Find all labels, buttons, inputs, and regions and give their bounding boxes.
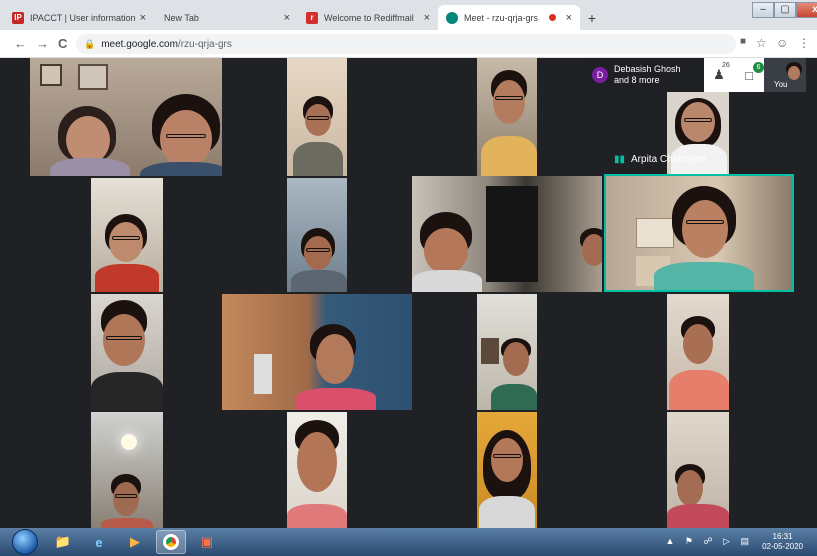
- wall-poster: [636, 218, 674, 248]
- close-icon[interactable]: ×: [424, 12, 430, 24]
- tab-title: Meet - rzu-qrja-grs: [464, 12, 539, 23]
- url-host: meet.google.com: [101, 38, 178, 50]
- participant-tile[interactable]: [222, 294, 412, 410]
- participant-tile[interactable]: [30, 58, 222, 176]
- meet-video-grid: ▮▮ Arpita Chatterjee D Debasish Ghosh an…: [10, 58, 806, 528]
- camera-icon[interactable]: ■: [740, 36, 746, 47]
- tab-title: Welcome to Rediffmail: [324, 12, 414, 23]
- profile-icon[interactable]: ☺: [776, 36, 788, 50]
- windows-taskbar: 📁 e ▶ ▣ ▲ ⚑ ☍ ▷ ▤ 16:31 02-05-2020: [0, 528, 817, 556]
- wall-frame: [481, 338, 499, 364]
- participant-tile[interactable]: [91, 294, 163, 410]
- lock-icon: 🔒: [84, 38, 96, 49]
- ipacct-favicon-icon: IP: [12, 11, 24, 24]
- tab-ipacct[interactable]: IP IPACCT | User information portal ×: [4, 5, 154, 30]
- recording-dot-icon: [548, 14, 556, 21]
- presentation-app-icon[interactable]: ▣: [192, 530, 222, 554]
- avatar: D: [592, 67, 608, 83]
- bookmark-star-icon[interactable]: ☆: [756, 36, 767, 50]
- system-tray-icons[interactable]: ▲ ⚑ ☍ ▷ ▤: [665, 536, 753, 547]
- self-label: You: [774, 80, 788, 89]
- participant-tile[interactable]: [477, 58, 537, 176]
- wall-frame: [78, 64, 108, 90]
- close-icon[interactable]: ×: [284, 12, 290, 24]
- back-button[interactable]: ←: [14, 36, 27, 51]
- self-view-tile[interactable]: You: [764, 58, 806, 92]
- chrome-icon[interactable]: [156, 530, 186, 554]
- participant-tile[interactable]: [287, 412, 347, 528]
- tab-rediffmail[interactable]: r Welcome to Rediffmail ×: [298, 5, 438, 30]
- meet-favicon-icon: [446, 11, 458, 24]
- participant-tile[interactable]: [477, 412, 537, 528]
- participant-tile[interactable]: [91, 412, 163, 528]
- participants-count: 26: [722, 62, 730, 69]
- participants-button[interactable]: ♟ 26: [704, 58, 734, 92]
- participant-tile[interactable]: [667, 294, 729, 410]
- browser-tab-strip: IP IPACCT | User information portal × Ne…: [0, 0, 817, 30]
- participant-tile[interactable]: [477, 294, 537, 410]
- presenter-chip[interactable]: D Debasish Ghosh and 8 more: [586, 58, 704, 92]
- chat-button[interactable]: □ 6: [734, 58, 764, 92]
- media-player-icon[interactable]: ▶: [120, 530, 150, 554]
- tab-title: IPACCT | User information portal: [30, 12, 136, 23]
- reload-button[interactable]: C: [58, 36, 67, 51]
- tab-meet[interactable]: Meet - rzu-qrja-grs ×: [438, 5, 580, 30]
- people-icon: ♟: [713, 67, 725, 82]
- participant-tile[interactable]: [412, 176, 602, 292]
- address-bar[interactable]: 🔒 meet.google.com/rzu-qrja-grs: [76, 34, 736, 54]
- chat-icon: □: [745, 67, 753, 83]
- audio-level-icon: ▮▮: [614, 154, 626, 165]
- presenter-name: Debasish Ghosh: [614, 64, 681, 74]
- minimize-button[interactable]: –: [752, 2, 774, 18]
- start-button[interactable]: [12, 529, 38, 555]
- tab-new-tab[interactable]: New Tab ×: [156, 5, 298, 30]
- wall-frame: [40, 64, 62, 86]
- file-explorer-icon[interactable]: 📁: [48, 530, 78, 554]
- menu-icon[interactable]: ⋮: [798, 36, 810, 50]
- speaking-participant-label: ▮▮ Arpita Chatterjee: [614, 154, 707, 165]
- ceiling-light: [121, 434, 137, 450]
- chat-badge: 6: [753, 62, 764, 73]
- taskbar-clock[interactable]: 16:31 02-05-2020: [762, 532, 803, 552]
- browser-toolbar: ← → C 🔒 meet.google.com/rzu-qrja-grs ■ ☆…: [0, 30, 817, 58]
- fridge: [486, 186, 538, 282]
- participant-tile[interactable]: [287, 58, 347, 176]
- url-path: /rzu-qrja-grs: [177, 38, 232, 50]
- internet-explorer-icon[interactable]: e: [84, 530, 114, 554]
- window-controls: – ▢ x: [752, 2, 817, 18]
- maximize-button[interactable]: ▢: [774, 2, 796, 18]
- speaker: [254, 354, 272, 394]
- forward-button[interactable]: →: [36, 36, 49, 51]
- rediff-favicon-icon: r: [306, 11, 318, 24]
- tab-title: New Tab: [164, 12, 199, 23]
- close-icon[interactable]: ×: [140, 12, 146, 24]
- new-tab-button[interactable]: +: [583, 9, 601, 27]
- participant-tile[interactable]: [287, 178, 347, 292]
- close-icon[interactable]: ×: [566, 12, 572, 24]
- window-close-button[interactable]: x: [796, 2, 817, 18]
- participant-tile-active-speaker[interactable]: [604, 174, 794, 292]
- presenter-more: and 8 more: [614, 75, 660, 85]
- participant-tile[interactable]: [91, 178, 163, 292]
- participant-tile[interactable]: [667, 412, 729, 528]
